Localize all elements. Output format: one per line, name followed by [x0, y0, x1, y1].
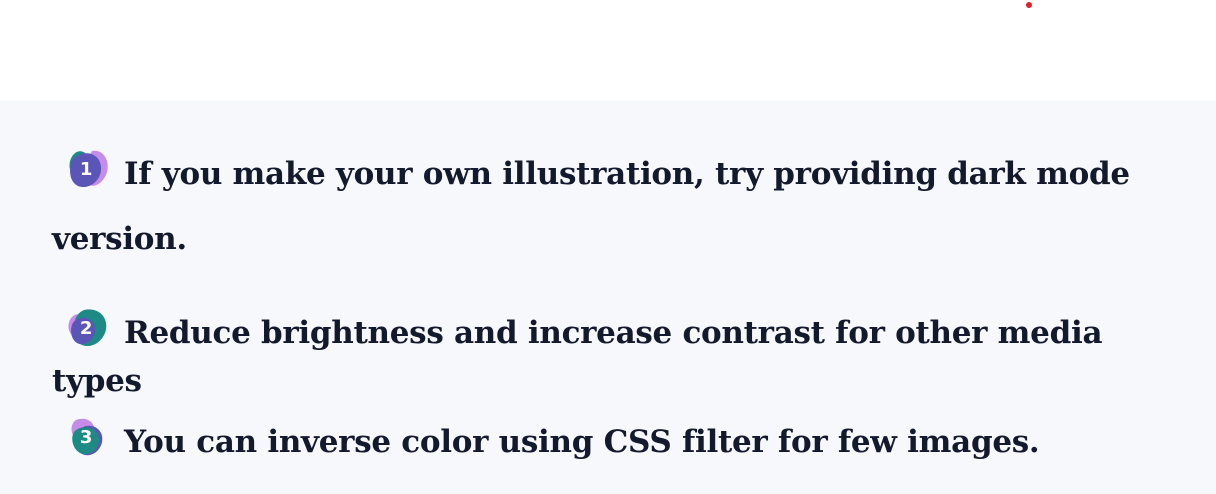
number-blob-icon: 1	[66, 148, 110, 192]
number-blob-icon: 2	[66, 307, 110, 351]
badge-number: 1	[79, 159, 93, 180]
list-item: 3 You can inverse color using CSS filter…	[52, 416, 1172, 466]
list-item: 1 If you make your own illustration, try…	[52, 142, 1172, 272]
top-blank-area	[0, 0, 1216, 101]
red-dot-indicator	[1026, 2, 1032, 8]
tips-list: 1 If you make your own illustration, try…	[0, 101, 1216, 494]
page: 1 If you make your own illustration, try…	[0, 0, 1216, 494]
number-blob-icon: 3	[66, 416, 110, 460]
badge-number: 2	[79, 318, 93, 339]
tip-text: If you make your own illustration, try p…	[52, 156, 1130, 257]
list-item: 2 Reduce brightness and increase contras…	[52, 307, 1172, 405]
tip-text: You can inverse color using CSS filter f…	[124, 424, 1040, 460]
tip-text: Reduce brightness and increase contrast …	[52, 315, 1103, 399]
badge-number: 3	[79, 427, 93, 448]
